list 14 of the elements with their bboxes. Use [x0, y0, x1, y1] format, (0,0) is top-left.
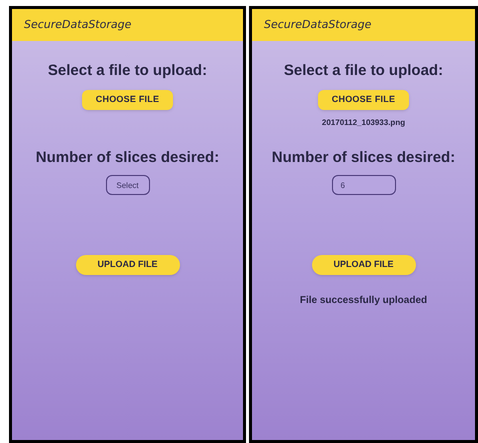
upload-file-button[interactable]: UPLOAD FILE	[312, 255, 416, 275]
upload-heading: Select a file to upload:	[284, 61, 444, 81]
upload-heading: Select a file to upload:	[48, 61, 208, 81]
choose-file-button[interactable]: CHOOSE FILE	[82, 90, 174, 110]
slices-heading: Number of slices desired:	[272, 148, 456, 168]
slices-field[interactable]: Select	[106, 175, 150, 195]
slices-field[interactable]: 6	[332, 175, 396, 195]
app-title: SecureDataStorage	[24, 16, 132, 33]
slices-heading: Number of slices desired:	[36, 148, 220, 168]
app-title: SecureDataStorage	[264, 16, 372, 33]
choose-file-button[interactable]: CHOOSE FILE	[318, 90, 410, 110]
upload-file-button[interactable]: UPLOAD FILE	[76, 255, 180, 275]
status-message: File successfully uploaded	[300, 294, 428, 308]
file-name: 20170112_103933.png	[322, 117, 406, 129]
